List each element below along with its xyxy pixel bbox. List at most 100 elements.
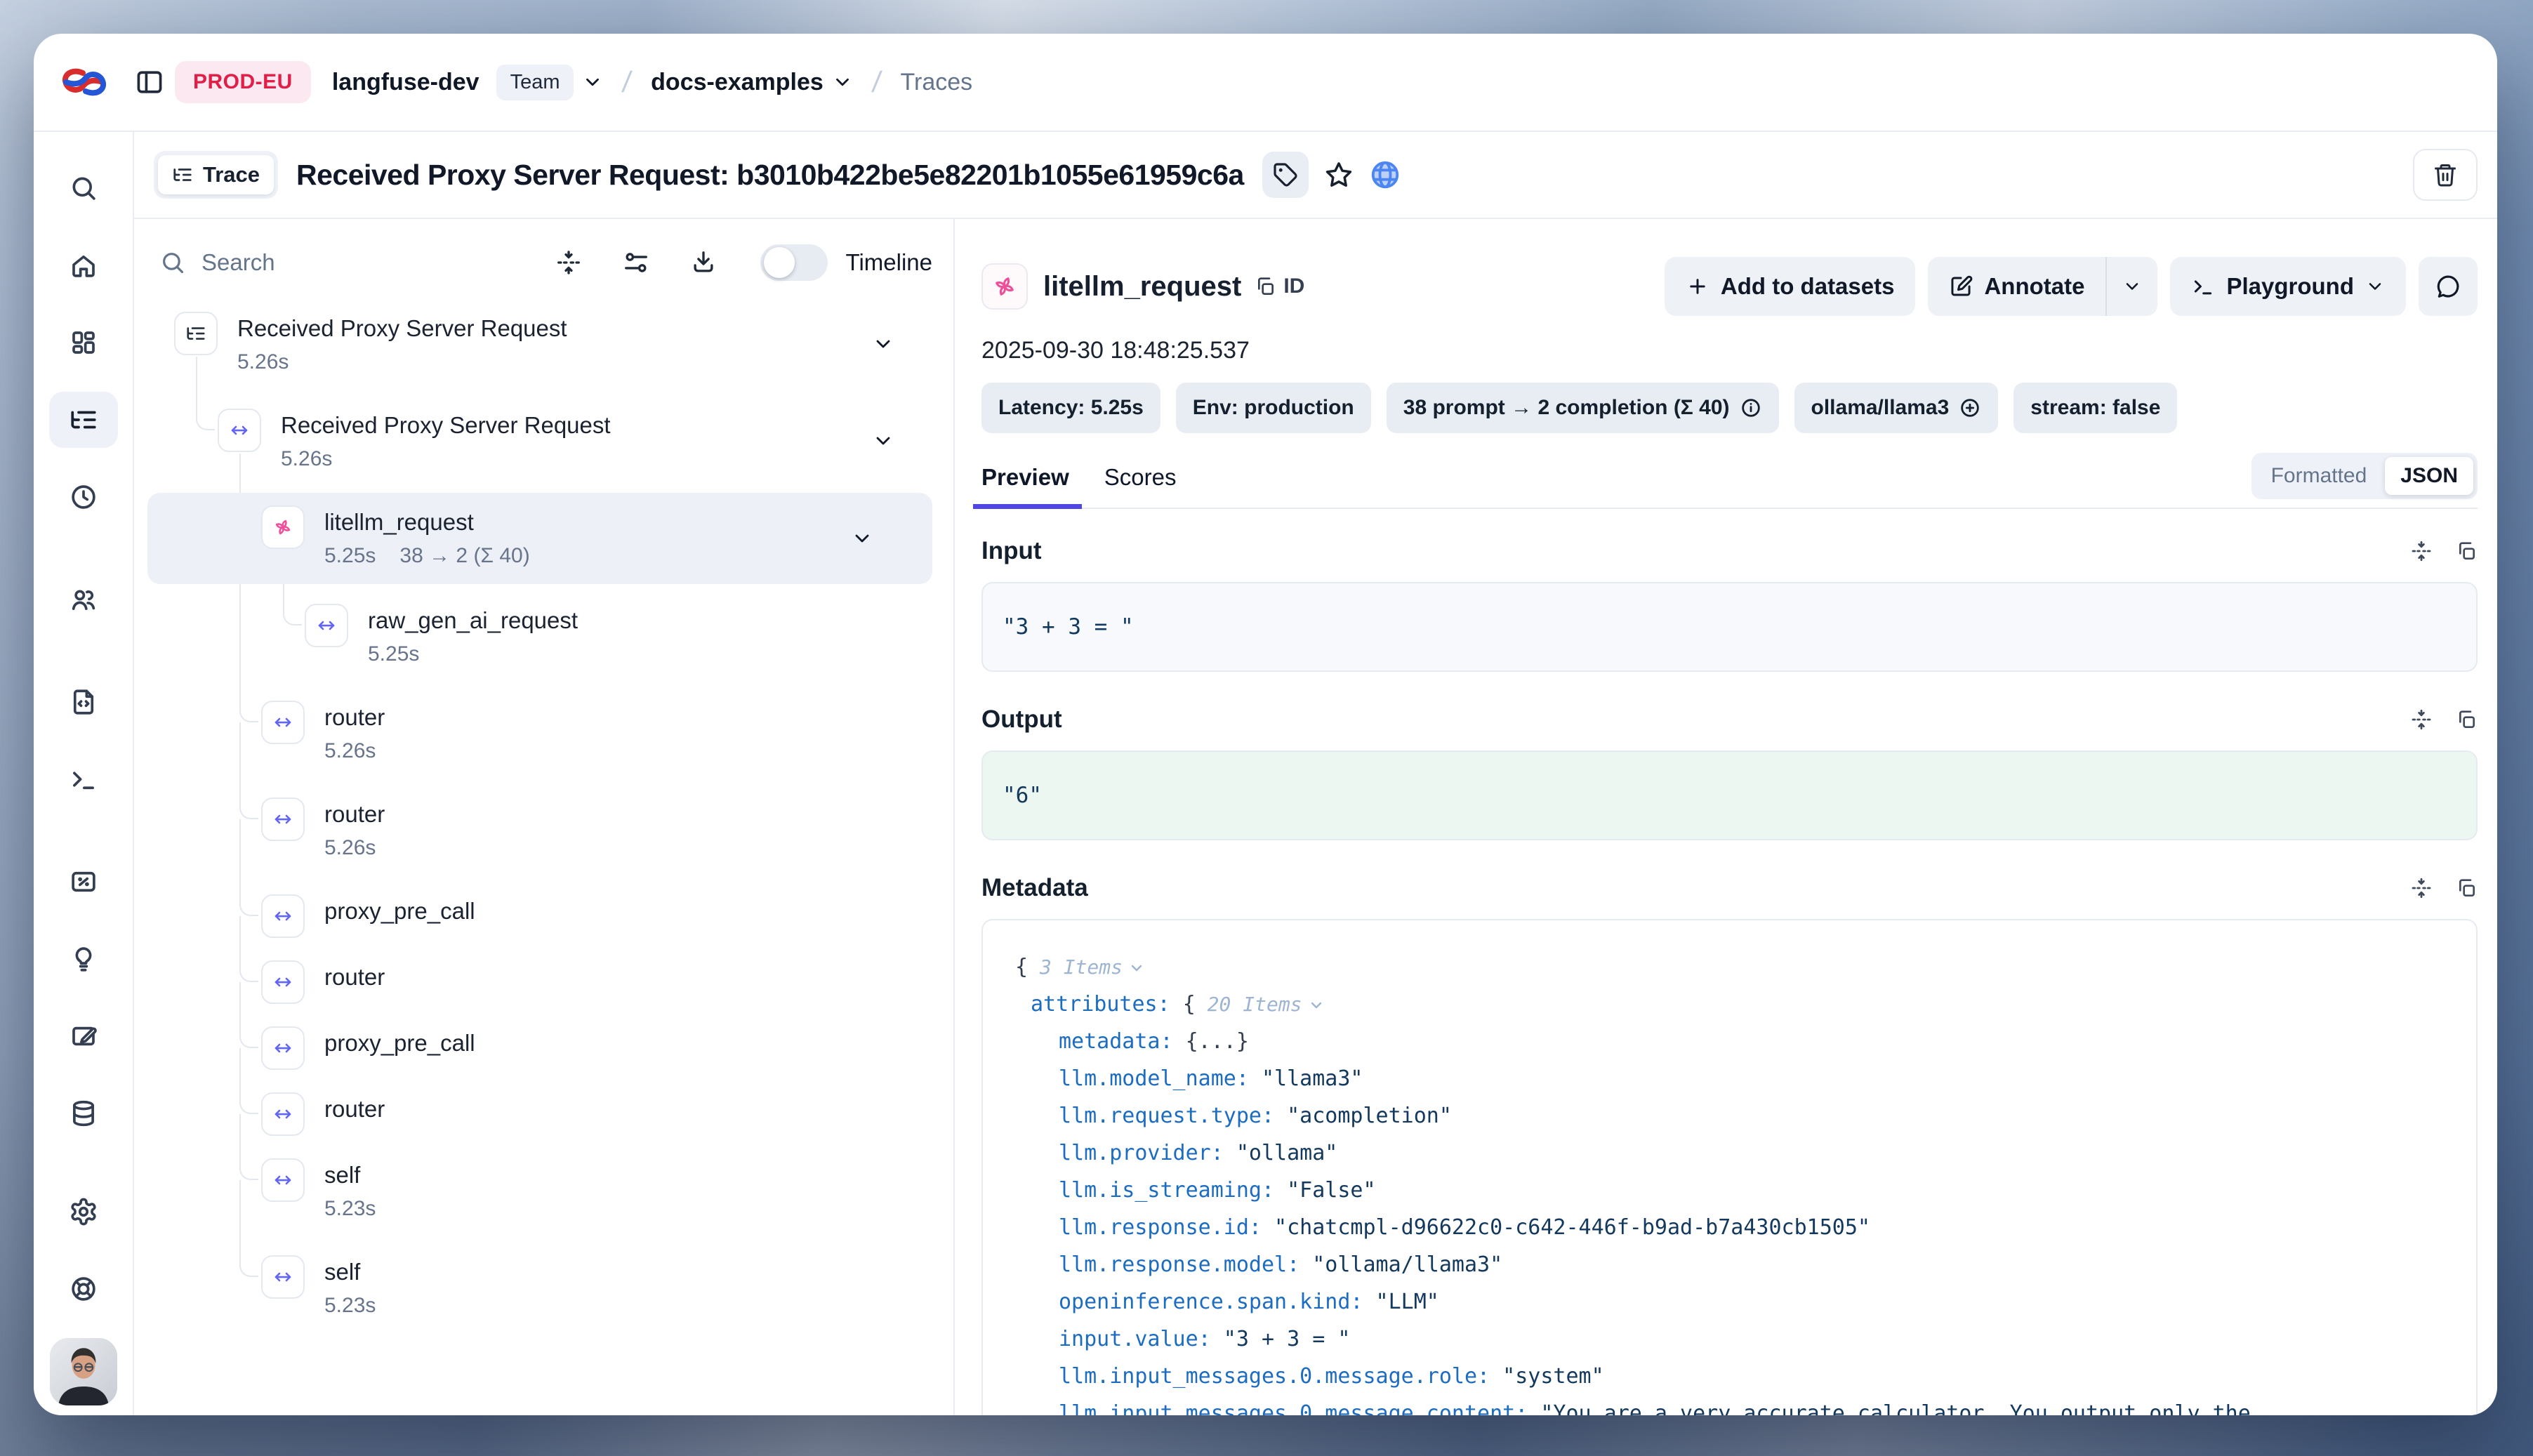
project-name[interactable]: docs-examples [651,69,824,96]
tab-scores[interactable]: Scores [1104,464,1177,508]
json-value: "False" [1274,1178,1376,1203]
span-icon [261,701,305,744]
observation-content-scroll[interactable]: Input [955,509,2497,1415]
json-collapse-chevron-icon[interactable] [1308,997,1325,1014]
tree-item-received-proxy-server-request[interactable]: Received Proxy Server Request5.26s [134,409,953,473]
tree-item-litellm-request[interactable]: litellm_request5.25s38 → 2 (Σ 40) [147,493,932,584]
avatar-photo [50,1338,117,1405]
badge-label: Env: production [1193,396,1354,420]
tab-preview[interactable]: Preview [981,464,1069,508]
json-key: input.value: [1059,1327,1211,1351]
sidebar-item-home[interactable] [49,237,118,293]
copy-input-button[interactable] [2455,540,2478,562]
tree-settings-button[interactable] [623,249,649,276]
tree-item-router[interactable]: router5.26s [134,701,953,765]
metadata-json-line: llm.request.type: "acompletion" [1003,1097,2456,1134]
sidebar-item-settings[interactable] [49,1184,118,1240]
comment-bubble-icon [2435,273,2461,300]
tree-search-input[interactable] [201,249,384,276]
metadata-json-line: llm.response.id: "chatcmpl-d96622c0-c642… [1003,1209,2456,1246]
annotate-dropdown-button[interactable] [2107,257,2157,316]
tree-item-router[interactable]: router [134,960,953,994]
tree-item-proxy-pre-call[interactable]: proxy_pre_call [134,894,953,928]
sidebar-item-sessions[interactable] [49,469,118,525]
organization-name[interactable]: langfuse-dev [332,69,480,96]
public-share-button[interactable] [1369,159,1401,191]
copy-icon [1254,275,1276,298]
sidebar-item-annotations[interactable] [49,1008,118,1064]
sidebar-rail [34,132,134,1415]
tree-item-received-proxy-server-request[interactable]: Received Proxy Server Request5.26s [134,312,953,376]
user-avatar[interactable] [50,1338,117,1405]
generation-icon [991,273,1018,300]
expand-chevron[interactable] [851,527,873,550]
delete-trace-button[interactable] [2413,149,2478,201]
span-icon [272,1266,293,1288]
dashboard-icon [69,328,98,357]
json-key: llm.model_name: [1059,1066,1249,1091]
collapse-all-button[interactable] [555,249,582,276]
tree-item-self[interactable]: self5.23s [134,1255,953,1320]
json-key: llm.response.id: [1059,1215,1262,1240]
sidebar-item-datasets[interactable] [49,1085,118,1141]
collapse-metadata-button[interactable] [2410,877,2433,899]
sidebar-item-playground[interactable] [49,751,118,807]
sidebar-item-users[interactable] [49,571,118,628]
tag-button[interactable] [1262,152,1309,198]
sidebar-item-prompts[interactable] [49,674,118,730]
sidebar-item-dashboards[interactable] [49,315,118,371]
sidebar-item-evaluations[interactable] [49,854,118,910]
app-logo[interactable] [34,65,134,100]
tree-item-self[interactable]: self5.23s [134,1158,953,1223]
project-switcher-chevron[interactable] [832,72,853,93]
org-switcher-chevron[interactable] [582,72,603,93]
observation-badge[interactable]: 38 prompt → 2 completion (Σ 40) [1387,383,1779,433]
collapse-output-button[interactable] [2410,708,2433,731]
tree-item-raw-gen-ai-request[interactable]: raw_gen_ai_request5.25s [134,604,953,668]
formatted-view-button[interactable]: Formatted [2256,457,2383,495]
tabs: Preview Scores [981,464,1211,508]
tree-item-proxy-pre-call[interactable]: proxy_pre_call [134,1026,953,1060]
bookmark-star-button[interactable] [1324,160,1354,190]
json-view-button[interactable]: JSON [2385,457,2473,495]
copy-id-button[interactable]: ID [1254,274,1304,298]
timeline-toggle[interactable] [760,244,828,281]
copy-metadata-button[interactable] [2455,877,2478,899]
search-icon [69,173,98,203]
observation-badge[interactable]: Env: production [1176,383,1371,433]
collapse-input-button[interactable] [2410,540,2433,562]
sidebar-item-support[interactable] [49,1261,118,1317]
expand-chevron[interactable] [872,333,894,355]
metadata-json-line: llm.response.model: "ollama/llama3" [1003,1246,2456,1283]
observation-badge[interactable]: stream: false [2013,383,2177,433]
download-button[interactable] [690,249,717,276]
sidebar-item-search[interactable] [49,160,118,216]
badge-label: stream: false [2030,396,2160,420]
breadcrumb-current-section[interactable]: Traces [901,69,973,96]
tree-item-router[interactable]: router [134,1092,953,1126]
metadata-section: Metadata [981,874,2478,1415]
tree-item-router[interactable]: router5.26s [134,798,953,862]
tree-item-label: self [324,1255,953,1289]
observation-badge[interactable]: Latency: 5.25s [981,383,1160,433]
playground-button[interactable]: Playground [2170,257,2406,316]
metadata-json-viewer[interactable]: { 3 Itemsattributes: { 20 Itemsmetadata:… [981,919,2478,1415]
sidebar-item-tracing[interactable] [49,392,118,448]
expand-chevron[interactable] [872,430,894,452]
annotate-button[interactable]: Annotate [1928,257,2105,316]
sidebar-item-insights[interactable] [49,931,118,987]
copy-output-button[interactable] [2455,708,2478,731]
environment-badge: PROD-EU [175,61,311,103]
badge-label: 38 prompt → 2 completion (Σ 40) [1403,396,1730,420]
metadata-json-line: llm.input_messages.0.message.role: "syst… [1003,1358,2456,1395]
sidebar-toggle-button[interactable] [134,67,165,98]
json-collapse-chevron-icon[interactable] [1128,960,1145,977]
lifebuoy-icon [69,1274,98,1304]
input-section-title: Input [981,537,1042,565]
users-icon [69,585,98,614]
add-to-datasets-button[interactable]: Add to datasets [1665,257,1916,316]
observation-badge[interactable]: ollama/llama3 [1794,383,1999,433]
gear-icon [69,1197,98,1226]
langfuse-logo-icon [59,65,110,100]
comments-button[interactable] [2419,257,2478,316]
